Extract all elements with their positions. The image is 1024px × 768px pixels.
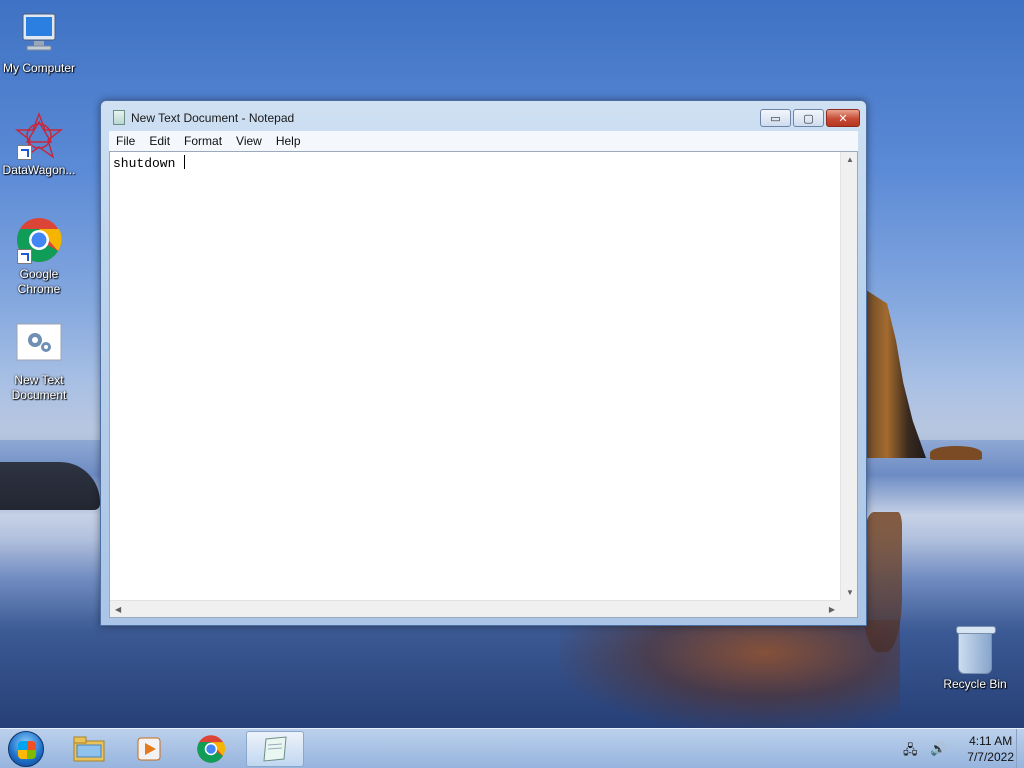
datawagon-icon xyxy=(14,112,64,160)
maximize-icon: ▢ xyxy=(803,112,814,125)
wallpaper-reflection xyxy=(560,620,900,730)
menu-format[interactable]: Format xyxy=(177,134,229,148)
desktop-icon-google-chrome[interactable]: Google Chrome xyxy=(0,216,78,297)
clock-time: 4:11 AM xyxy=(969,734,1013,748)
notepad-icon xyxy=(113,110,125,125)
scroll-up-icon[interactable]: ▲ xyxy=(846,155,854,164)
file-explorer-icon xyxy=(73,736,105,762)
desktop-icon-label: DataWagon... xyxy=(2,163,76,177)
network-icon[interactable]: 🖧 xyxy=(901,741,919,757)
taskbar-media-player[interactable] xyxy=(120,731,178,767)
start-button[interactable] xyxy=(8,731,44,767)
scroll-left-icon[interactable]: ◀ xyxy=(115,605,121,614)
window-title: New Text Document - Notepad xyxy=(131,111,295,125)
text-caret xyxy=(184,155,186,169)
desktop-icon-new-text-document[interactable]: New Text Document xyxy=(0,322,78,403)
caption-buttons: ▭ ▢ ✕ xyxy=(760,109,860,127)
horizontal-scrollbar[interactable]: ◀ ▶ xyxy=(110,600,840,617)
menu-file[interactable]: File xyxy=(109,134,142,148)
maximize-button[interactable]: ▢ xyxy=(793,109,824,127)
taskbar-notepad[interactable] xyxy=(246,731,304,767)
desktop-icon-label: Recycle Bin xyxy=(943,677,1007,691)
media-player-icon xyxy=(137,737,161,761)
close-icon: ✕ xyxy=(838,112,848,125)
text-editor-area[interactable]: shutdown xyxy=(112,154,839,599)
system-tray: 🖧 🔊 4:11 AM 7/7/2022 xyxy=(901,729,1014,768)
menu-help[interactable]: Help xyxy=(269,134,308,148)
text-document-icon xyxy=(15,322,63,370)
close-button[interactable]: ✕ xyxy=(826,109,860,127)
show-desktop-button[interactable] xyxy=(1016,729,1024,768)
recycle-bin-icon xyxy=(956,626,996,674)
menu-view[interactable]: View xyxy=(229,134,269,148)
minimize-icon: ▭ xyxy=(770,112,781,125)
clock-date: 7/7/2022 xyxy=(967,750,1014,764)
taskbar-file-explorer[interactable] xyxy=(60,731,118,767)
windows-logo-icon xyxy=(18,741,36,759)
desktop-icon-label: New Text Document xyxy=(11,373,67,402)
notepad-icon xyxy=(263,736,287,762)
desktop-icon-label: My Computer xyxy=(2,61,76,75)
vertical-scrollbar[interactable]: ▲ ▼ xyxy=(840,152,857,600)
shortcut-arrow-icon xyxy=(17,249,32,264)
taskbar: 🖧 🔊 4:11 AM 7/7/2022 xyxy=(0,728,1024,768)
clock[interactable]: 4:11 AM 7/7/2022 xyxy=(967,733,1014,765)
wallpaper-cliff xyxy=(866,290,926,458)
taskbar-chrome[interactable] xyxy=(182,731,240,767)
menu-edit[interactable]: Edit xyxy=(142,134,177,148)
wallpaper-cliff-reflection xyxy=(862,512,902,652)
title-bar[interactable]: New Text Document - Notepad ▭ ▢ ✕ xyxy=(101,101,866,131)
desktop-icon-datawagon[interactable]: DataWagon... xyxy=(0,112,78,178)
scroll-right-icon[interactable]: ▶ xyxy=(829,605,835,614)
chrome-icon xyxy=(15,216,63,264)
minimize-button[interactable]: ▭ xyxy=(760,109,791,127)
wallpaper-rock xyxy=(930,446,982,460)
resize-grip-icon[interactable] xyxy=(840,600,857,617)
notepad-window[interactable]: New Text Document - Notepad ▭ ▢ ✕ File E… xyxy=(100,100,867,626)
desktop-icon-recycle-bin[interactable]: Recycle Bin xyxy=(936,626,1014,692)
desktop-icon-my-computer[interactable]: My Computer xyxy=(0,10,78,76)
shortcut-arrow-icon xyxy=(17,145,32,160)
volume-icon[interactable]: 🔊 xyxy=(929,741,947,757)
desktop-icon-label: Google Chrome xyxy=(17,267,61,296)
document-text: shutdown xyxy=(113,156,184,171)
computer-icon xyxy=(15,10,63,58)
chrome-icon xyxy=(197,735,226,763)
menu-bar: File Edit Format View Help xyxy=(109,131,858,151)
scroll-down-icon[interactable]: ▼ xyxy=(846,588,854,597)
editor: shutdown ▲ ▼ ◀ ▶ xyxy=(109,151,858,618)
